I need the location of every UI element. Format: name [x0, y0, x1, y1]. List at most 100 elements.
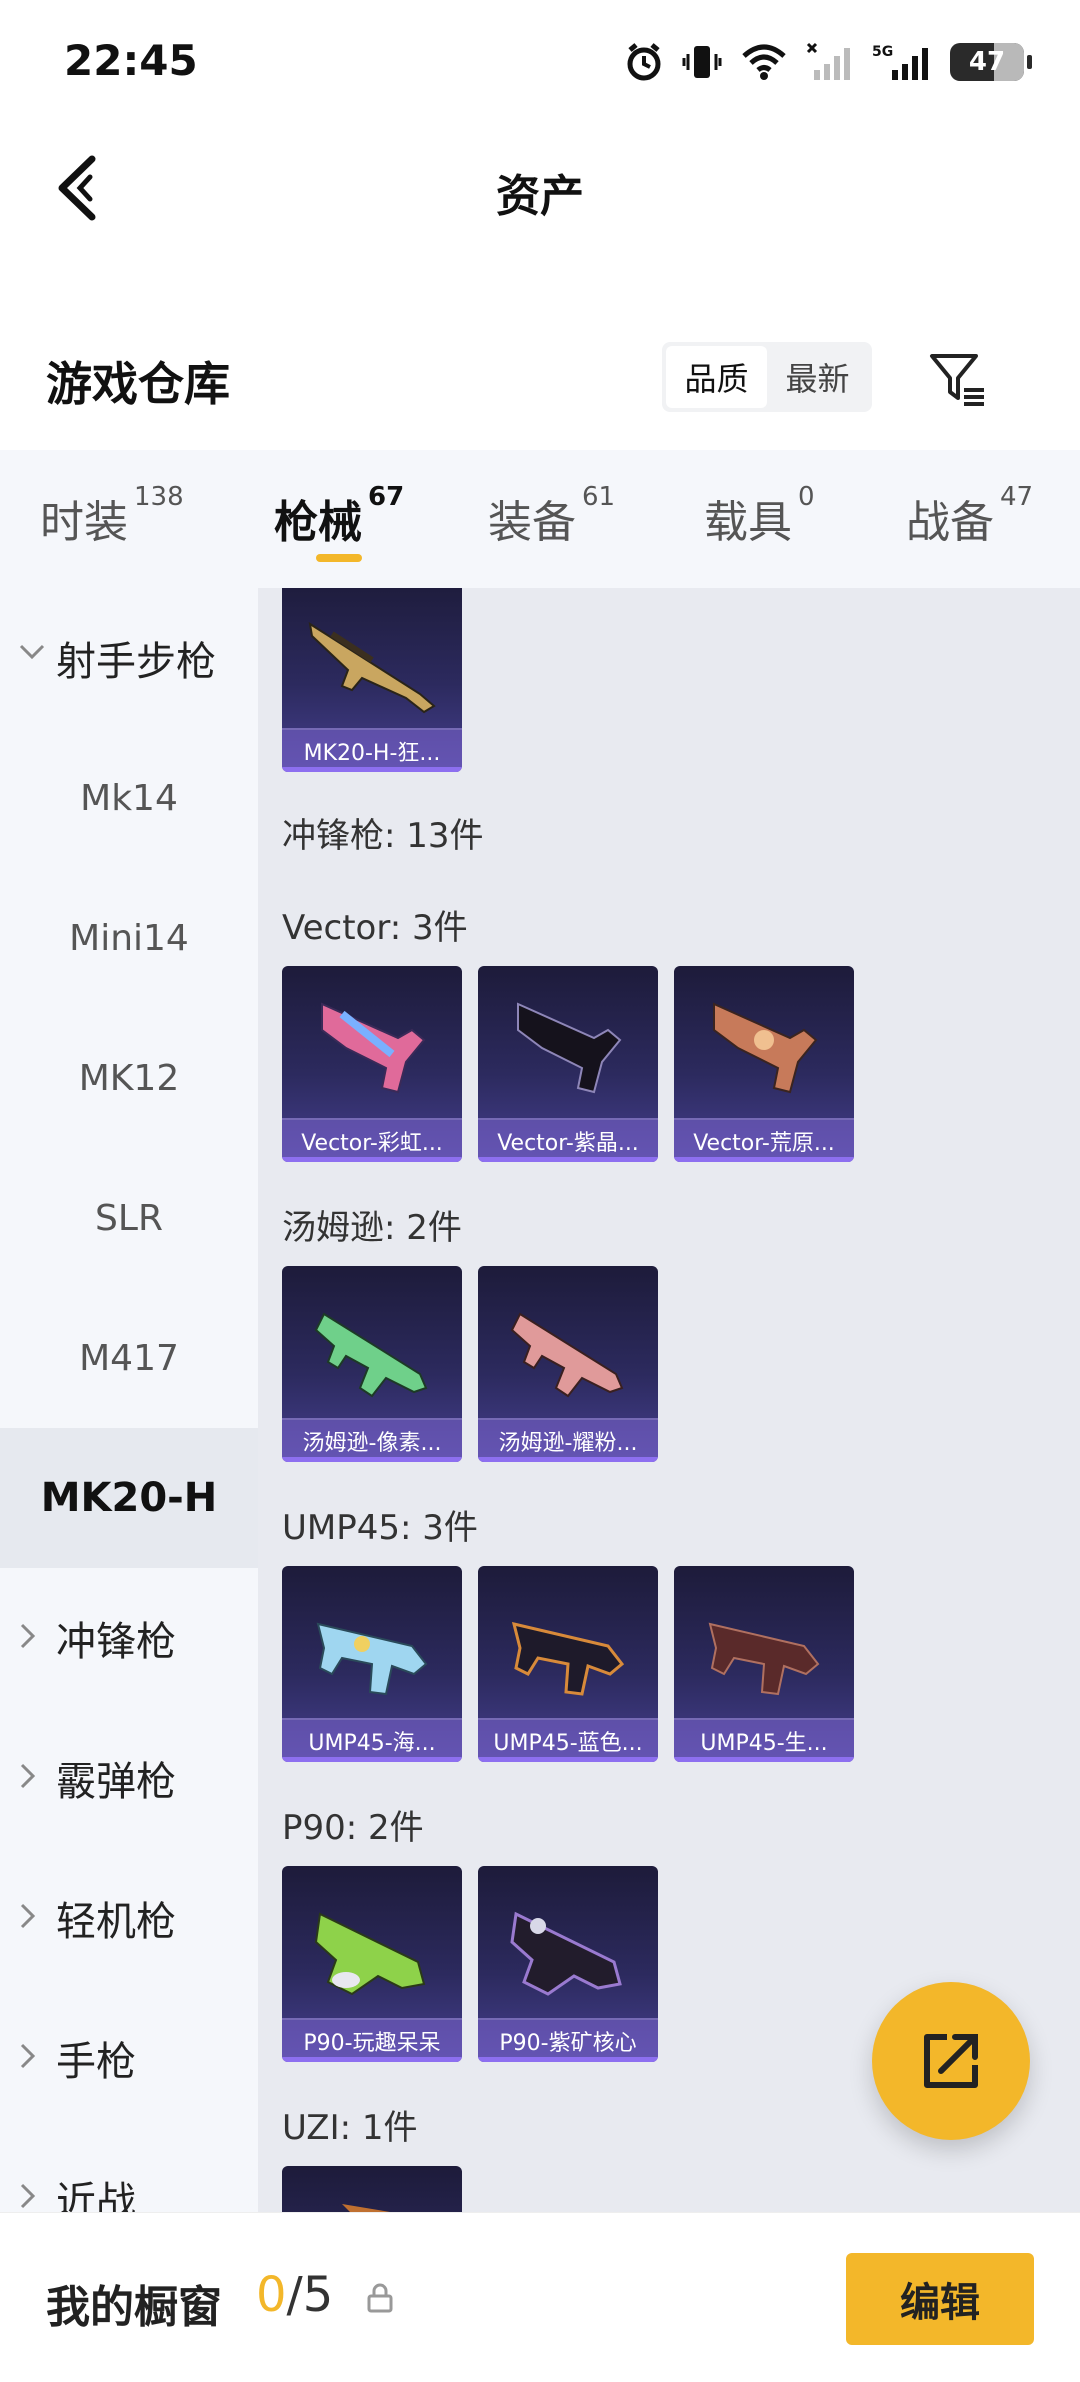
weapon-card-thompson-2[interactable]: 汤姆逊-耀粉...	[478, 1266, 658, 1462]
sort-newest-option[interactable]: 最新	[767, 346, 868, 408]
rarity-bar	[282, 1457, 462, 1462]
sidebar-item-mk20h[interactable]: MK20-H	[0, 1428, 258, 1568]
showcase-max: 5	[302, 2267, 334, 2323]
tab-outfits[interactable]: 时装 138	[40, 482, 184, 550]
tab-count: 47	[1000, 482, 1034, 512]
weapon-card-ump45-1[interactable]: UMP45-海...	[282, 1566, 462, 1762]
rarity-bar	[282, 1157, 462, 1162]
sidebar-item-marksman-rifles[interactable]: 射手步枪	[0, 588, 258, 728]
weapon-card-caption: 汤姆逊-耀粉...	[478, 1418, 658, 1462]
lock-icon	[367, 2283, 393, 2313]
chevron-right-icon	[20, 2043, 36, 2069]
weapon-card-p90-2[interactable]: P90-紫矿核心	[478, 1866, 658, 2062]
showcase-label: 我的橱窗	[46, 2282, 222, 2333]
active-tab-indicator	[316, 554, 362, 562]
sidebar-item-label: 近战	[56, 2179, 136, 2212]
showcase-bar: 我的橱窗 0/5 编辑	[0, 2212, 1080, 2382]
sidebar-item-label: 轻机枪	[56, 1899, 176, 1945]
smg-icon	[708, 1622, 820, 1696]
tab-vehicles[interactable]: 载具 0	[704, 482, 815, 550]
sidebar-item-mk14[interactable]: Mk14	[0, 728, 258, 868]
sort-toggle: 品质 最新	[662, 342, 872, 412]
warehouse-header: 游戏仓库 品质 最新	[0, 320, 1080, 440]
tab-count: 61	[582, 482, 616, 512]
page-title: 资产	[496, 171, 584, 222]
sidebar-item-m417[interactable]: M417	[0, 1288, 258, 1428]
weapon-card-caption: 汤姆逊-像素...	[282, 1418, 462, 1462]
smg-icon	[321, 1002, 426, 1094]
warehouse-title: 游戏仓库	[46, 357, 230, 411]
tab-label: 时装	[40, 497, 128, 548]
smg-icon	[511, 1621, 625, 1696]
weapon-card-caption: Vector-彩虹...	[282, 1118, 462, 1162]
rarity-bar	[282, 767, 462, 772]
alarm-icon	[627, 43, 661, 81]
weapon-card-caption: Vector-紫晶...	[478, 1118, 658, 1162]
tab-count: 67	[368, 482, 405, 512]
tab-count: 138	[134, 482, 184, 512]
weapon-card-caption: UMP45-生...	[674, 1718, 854, 1762]
sidebar-item-label: 冲锋枪	[56, 1619, 176, 1665]
sidebar-item-shotguns[interactable]: 霰弹枪	[0, 1708, 258, 1848]
weapon-card-vector-3[interactable]: Vector-荒原...	[674, 966, 854, 1162]
sidebar-item-mk12[interactable]: MK12	[0, 1008, 258, 1148]
sidebar-item-slr[interactable]: SLR	[0, 1148, 258, 1288]
weapon-card-caption: UMP45-海...	[282, 1718, 462, 1762]
group-header-ump45: UMP45: 3件	[282, 1508, 478, 1548]
weapon-card-p90-1[interactable]: P90-玩趣呆呆	[282, 1866, 462, 2062]
weapon-card-vector-1[interactable]: Vector-彩虹...	[282, 966, 462, 1162]
sidebar-item-label: 霰弹枪	[56, 1759, 176, 1805]
sidebar-item-lmg[interactable]: 轻机枪	[0, 1848, 258, 1988]
signal-5g-icon: 5G	[872, 44, 928, 80]
status-bar: 22:45 5G 47	[0, 0, 1080, 120]
sort-quality-option[interactable]: 品质	[666, 346, 767, 408]
signal-sim1-icon	[806, 42, 850, 80]
filter-icon	[930, 354, 984, 406]
tab-label: 枪械	[274, 497, 362, 548]
smg-icon	[316, 1622, 428, 1696]
rifle-icon	[308, 621, 436, 714]
smg-icon	[342, 2204, 390, 2212]
sidebar-item-mini14[interactable]: Mini14	[0, 868, 258, 1008]
wifi-icon	[742, 44, 786, 80]
showcase-count: 0/5	[256, 2267, 333, 2323]
rarity-bar	[478, 2057, 658, 2062]
weapon-card-caption: P90-紫矿核心	[478, 2018, 658, 2062]
weapon-grid: MK20-H-狂... 冲锋枪: 13件 Vector: 3件 Vector-彩…	[258, 588, 1080, 2212]
weapon-card-ump45-2[interactable]: UMP45-蓝色...	[478, 1566, 658, 1762]
share-button[interactable]	[872, 1982, 1030, 2140]
chevron-right-icon	[20, 1763, 36, 1789]
tab-count: 0	[798, 482, 815, 512]
sidebar-item-pistols[interactable]: 手枪	[0, 1988, 258, 2128]
group-header-thompson: 汤姆逊: 2件	[282, 1208, 462, 1248]
weapon-card-vector-2[interactable]: Vector-紫晶...	[478, 966, 658, 1162]
filter-button[interactable]	[920, 342, 996, 418]
chevron-right-icon	[20, 1623, 36, 1649]
section-header-smg: 冲锋枪: 13件	[282, 816, 484, 856]
rarity-bar	[282, 2057, 462, 2062]
sidebar-item-label: 手枪	[56, 2039, 136, 2085]
showcase-separator: /	[286, 2267, 303, 2323]
sidebar-item-smg[interactable]: 冲锋枪	[0, 1568, 258, 1708]
edit-button[interactable]: 编辑	[846, 2253, 1034, 2345]
sidebar-item-melee[interactable]: 近战	[0, 2128, 258, 2212]
weapon-card-caption: Vector-荒原...	[674, 1118, 854, 1162]
rarity-bar	[674, 1757, 854, 1762]
tab-equipment[interactable]: 装备 61	[488, 482, 615, 550]
tab-label: 载具	[704, 497, 792, 548]
weapon-card-thompson-1[interactable]: 汤姆逊-像素...	[282, 1266, 462, 1462]
tab-supplies[interactable]: 战备 47	[906, 482, 1033, 550]
status-time: 22:45	[64, 36, 198, 85]
weapon-card-uzi-1[interactable]	[282, 2166, 462, 2212]
chevron-down-icon	[19, 644, 45, 660]
smg-icon	[510, 1312, 624, 1398]
tab-guns[interactable]: 枪械 67	[274, 482, 404, 550]
chevron-right-icon	[20, 2183, 36, 2209]
smg-icon	[517, 1002, 622, 1094]
weapon-card-mk20h[interactable]: MK20-H-狂...	[282, 588, 462, 772]
showcase-current: 0	[256, 2267, 287, 2323]
smg-icon	[314, 1312, 428, 1398]
sidebar-item-label: 射手步枪	[56, 639, 216, 685]
weapon-card-ump45-3[interactable]: UMP45-生...	[674, 1566, 854, 1762]
rarity-bar	[478, 1157, 658, 1162]
